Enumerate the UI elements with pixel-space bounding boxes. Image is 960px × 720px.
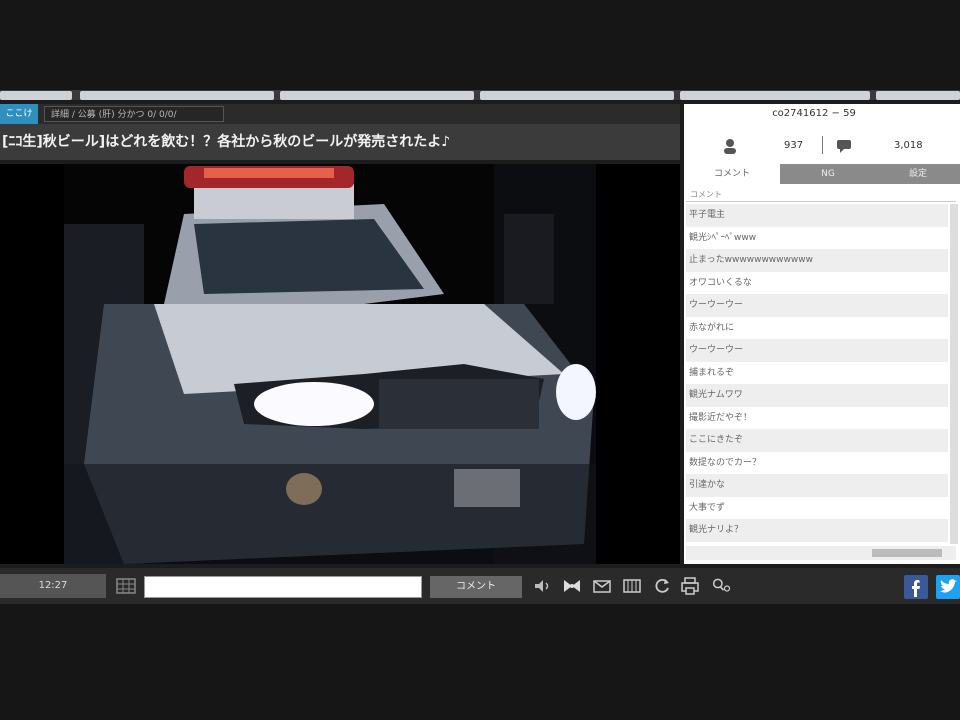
comment-item[interactable]: 観光ナリよ？ bbox=[686, 519, 948, 542]
comment-item[interactable]: 引達かな bbox=[686, 474, 948, 497]
comment-item[interactable]: 数提なのでカー？ bbox=[686, 452, 948, 475]
comment-item[interactable]: 平子電主 bbox=[686, 204, 948, 227]
stats-divider bbox=[822, 136, 823, 154]
viewer-count: 937 bbox=[784, 140, 804, 151]
stats-row: 937 3,018 bbox=[684, 134, 960, 158]
comment-item[interactable]: オワコいくるな bbox=[686, 272, 948, 295]
comment-item[interactable]: ここにきたぞ bbox=[686, 429, 948, 452]
page-title: [ﾆｺ生]秋ビール]はどれを飲む！？各社から秋のビールが発売されたよ♪ bbox=[2, 134, 451, 150]
top-blank-area bbox=[0, 0, 960, 90]
ribbon-icon[interactable] bbox=[562, 576, 582, 596]
top-tab-1[interactable] bbox=[0, 91, 72, 100]
tab-comments[interactable]: コメント bbox=[684, 164, 780, 184]
facebook-icon[interactable] bbox=[904, 575, 928, 599]
twitter-icon[interactable] bbox=[936, 575, 960, 599]
comment-count: 3,018 bbox=[894, 140, 923, 151]
comment-item[interactable]: 撮影近だやぞ！ bbox=[686, 407, 948, 430]
refresh-icon[interactable] bbox=[652, 576, 672, 596]
comment-bubble-icon bbox=[837, 140, 851, 153]
top-tab-4[interactable] bbox=[480, 91, 674, 100]
comment-input[interactable] bbox=[144, 576, 422, 598]
comment-item[interactable]: ウーウーウー bbox=[686, 339, 948, 362]
top-tab-2[interactable] bbox=[80, 91, 274, 100]
tab-settings[interactable]: 設定 bbox=[876, 164, 960, 184]
comment-submit-button[interactable]: コメント bbox=[430, 576, 522, 598]
volume-icon[interactable] bbox=[532, 576, 552, 596]
film-icon[interactable] bbox=[622, 576, 642, 596]
comment-horizontal-scrollbar[interactable] bbox=[686, 546, 956, 560]
comment-item[interactable]: 観光ナムワワ bbox=[686, 384, 948, 407]
scroll-thumb[interactable] bbox=[872, 549, 942, 557]
video-frame-image bbox=[64, 164, 596, 564]
grid-icon[interactable] bbox=[116, 578, 136, 594]
mail-icon[interactable] bbox=[592, 576, 612, 596]
tab-ng[interactable]: NG bbox=[782, 164, 874, 184]
top-tab-3[interactable] bbox=[280, 91, 474, 100]
community-id[interactable]: co2741612 − 59 bbox=[684, 108, 944, 126]
comment-column-header: コメント bbox=[686, 188, 956, 202]
user-icon bbox=[724, 139, 736, 154]
comment-item[interactable]: 止まったwwwwwwwwwwww bbox=[686, 249, 948, 272]
print-icon[interactable] bbox=[680, 576, 700, 596]
top-tab-5[interactable] bbox=[680, 91, 870, 100]
comment-vertical-scrollbar[interactable] bbox=[950, 204, 958, 544]
comment-item[interactable]: 捕まれるぞ bbox=[686, 362, 948, 385]
comment-item[interactable]: 大事でず bbox=[686, 497, 948, 520]
time-display: 12:27 bbox=[0, 574, 106, 598]
tab-active[interactable]: ここけ bbox=[0, 104, 38, 124]
comment-item[interactable]: 観光ｼﾍﾟｰﾍﾟwww bbox=[686, 227, 948, 250]
bottom-blank-area bbox=[0, 604, 960, 720]
search-users-icon[interactable] bbox=[712, 576, 732, 596]
tab-details[interactable]: 詳細 / 公募 (肝) 分かつ 0/ 0/0/ bbox=[44, 106, 224, 122]
comment-item[interactable]: 赤ながれに bbox=[686, 317, 948, 340]
comment-list[interactable]: 平子電主 観光ｼﾍﾟｰﾍﾟwww 止まったwwwwwwwwwwww オワコいくる… bbox=[686, 204, 948, 544]
comment-item[interactable]: ウーウーウー bbox=[686, 294, 948, 317]
top-tab-6[interactable] bbox=[876, 91, 960, 100]
